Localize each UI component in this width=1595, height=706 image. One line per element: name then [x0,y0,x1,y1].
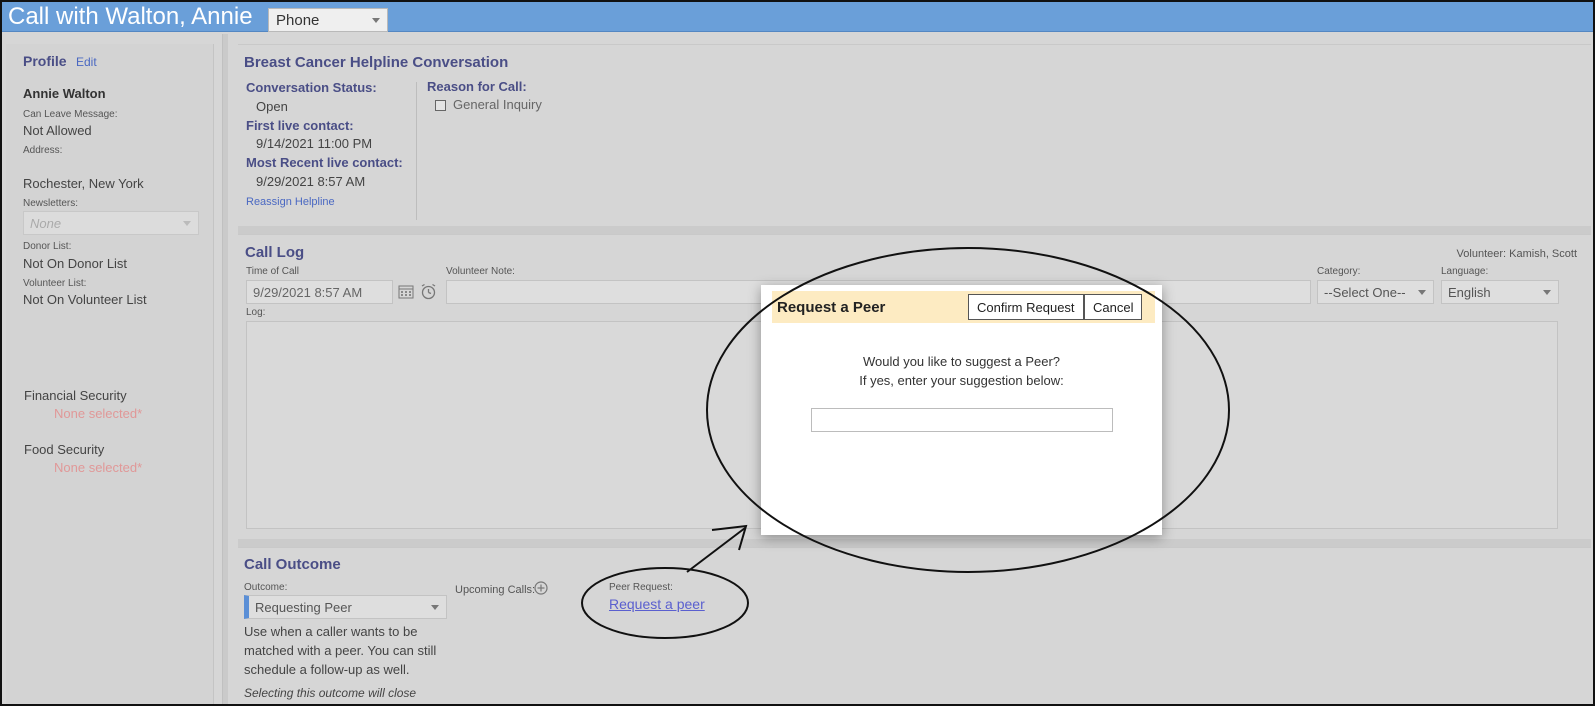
first-contact-value: 9/14/2021 11:00 PM [256,136,373,151]
outcome-select[interactable]: Requesting Peer [244,595,447,619]
chevron-down-icon [372,18,380,23]
caller-name: Annie Walton [23,86,106,101]
first-contact-label: First live contact: [246,118,354,133]
newsletters-select: None [23,211,199,235]
call-outcome-title: Call Outcome [244,556,341,573]
language-select[interactable]: English [1441,280,1559,304]
language-value: English [1448,285,1491,300]
calendar-icon[interactable] [398,285,414,299]
add-circle-icon[interactable] [534,581,548,595]
volunteer-name: Volunteer: Kamish, Scott [1456,248,1577,260]
reason-label: Reason for Call: [427,79,527,94]
column-divider [416,82,417,220]
window-title: Call with Walton, Annie [8,3,253,30]
can-leave-message-label: Can Leave Message: [23,109,118,120]
panel-separator [238,226,1591,234]
reassign-helpline-link[interactable]: Reassign Helpline [246,196,335,208]
outcome-description-line-2: matched with a peer. You can still [244,643,437,658]
cancel-button[interactable]: Cancel [1084,294,1143,320]
outcome-label: Outcome: [244,582,288,593]
newsletters-value: None [30,216,62,231]
alarm-clock-icon[interactable] [420,283,437,300]
donor-list-value: Not On Donor List [23,256,128,271]
call-log-title: Call Log [245,244,305,261]
recent-contact-label: Most Recent live contact: [246,155,403,170]
outcome-value: Requesting Peer [255,600,352,615]
upcoming-calls-label: Upcoming Calls: [455,584,536,596]
conversation-title: Breast Cancer Helpline Conversation [244,54,509,71]
peer-request-label: Peer Request: [609,582,673,593]
chevron-down-icon [1418,290,1426,295]
chevron-down-icon [1543,290,1551,295]
dialog-header: Request a Peer Confirm Request Cancel [772,291,1155,323]
panel-separator [238,539,1591,547]
profile-sidebar: Profile Edit Annie Walton Can Leave Mess… [6,44,214,704]
sidebar-resize-divider[interactable] [222,34,228,706]
conversation-panel: Breast Cancer Helpline Conversation Conv… [238,44,1591,226]
newsletters-label: Newsletters: [23,198,79,209]
channel-select[interactable]: Phone [268,8,388,32]
conversation-status-label: Conversation Status: [246,80,377,95]
volunteer-list-label: Volunteer List: [23,278,87,289]
peer-suggestion-input[interactable] [811,408,1113,432]
financial-security-value[interactable]: None selected* [54,406,142,421]
volunteer-note-label: Volunteer Note: [446,266,515,277]
confirm-request-button[interactable]: Confirm Request [968,294,1084,320]
category-value: --Select One-- [1324,285,1406,300]
chevron-down-icon [431,605,439,610]
title-bar: Call with Walton, Annie Phone [2,2,1593,32]
language-label: Language: [1441,266,1489,277]
chevron-down-icon [183,221,191,226]
food-security-label: Food Security [24,442,105,457]
dialog-title: Request a Peer [777,299,886,316]
can-leave-message-value: Not Allowed [23,123,92,138]
dialog-message-line-2: If yes, enter your suggestion below: [859,373,1064,388]
time-of-call-label: Time of Call [246,266,299,277]
channel-select-value: Phone [276,12,320,29]
recent-contact-value: 9/29/2021 8:57 AM [256,174,366,189]
category-label: Category: [1317,266,1361,277]
address-label: Address: [23,145,63,156]
request-peer-dialog: Request a Peer Confirm Request Cancel Wo… [761,285,1162,535]
time-of-call-value: 9/29/2021 8:57 AM [253,285,363,300]
edit-profile-link[interactable]: Edit [76,55,97,69]
volunteer-list-value: Not On Volunteer List [23,292,147,307]
food-security-value[interactable]: None selected* [54,460,142,475]
time-of-call-input[interactable]: 9/29/2021 8:57 AM [246,280,393,304]
profile-heading: Profile [23,53,67,69]
call-outcome-panel: Call Outcome Outcome: Requesting Peer Us… [238,547,1591,704]
general-inquiry-label: General Inquiry [453,97,542,112]
general-inquiry-checkbox[interactable] [435,100,446,111]
category-select[interactable]: --Select One-- [1317,280,1434,304]
donor-list-label: Donor List: [23,241,72,252]
conversation-status-value: Open [256,99,288,114]
financial-security-label: Financial Security [24,388,127,403]
outcome-description-line-3: schedule a follow-up as well. [244,662,410,677]
request-peer-link[interactable]: Request a peer [609,596,705,612]
outcome-note: Selecting this outcome will close [244,686,417,700]
dialog-message-line-1: Would you like to suggest a Peer? [862,354,1061,369]
address-value: Rochester, New York [23,176,144,191]
log-label: Log: [246,307,266,318]
outcome-description-line-1: Use when a caller wants to be [244,624,418,639]
